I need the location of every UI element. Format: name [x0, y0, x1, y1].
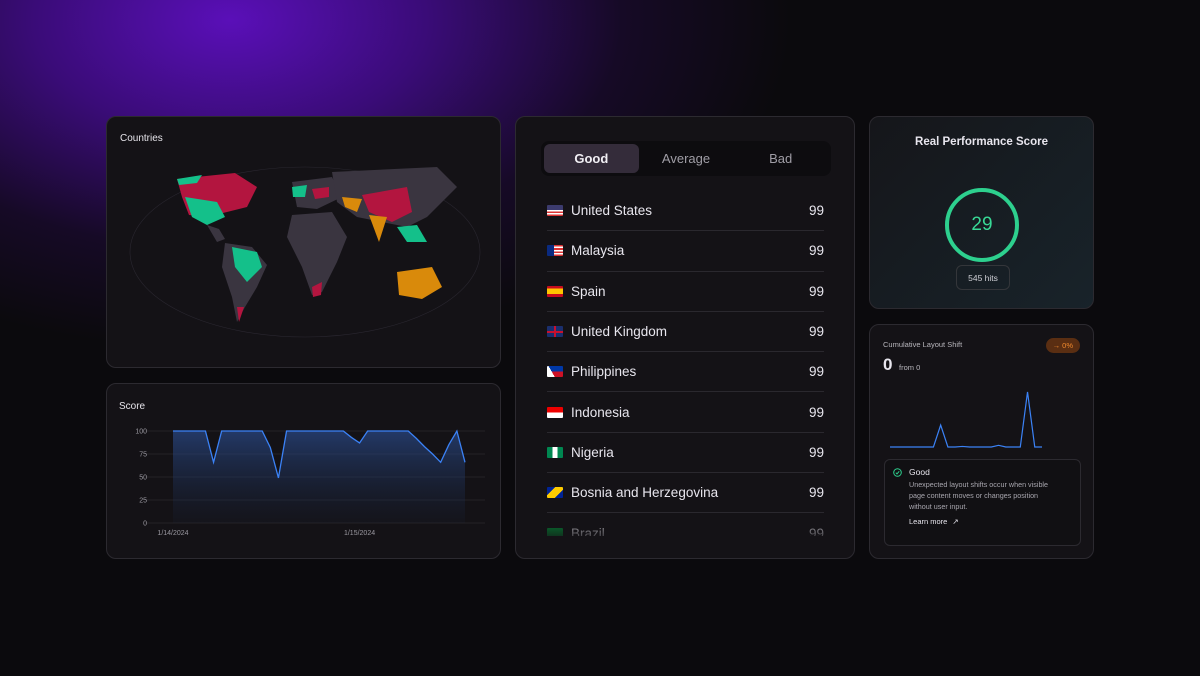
y-tick-label: 100: [135, 429, 147, 436]
flag-icon: [547, 205, 563, 217]
country-value: 99: [808, 485, 824, 501]
country-name: Philippines: [571, 364, 637, 380]
country-name: Nigeria: [571, 444, 614, 460]
flag-icon: [547, 326, 563, 338]
country-value: 99: [808, 203, 824, 219]
country-value: 99: [808, 444, 824, 460]
cls-card: Cumulative Layout Shift → 0% 0 from 0 Go…: [869, 324, 1094, 559]
country-value: 99: [808, 243, 824, 259]
flag-icon: [547, 285, 563, 297]
country-row[interactable]: Malaysia 99: [547, 231, 824, 272]
flag-icon: [547, 446, 563, 458]
x-tick-label: 1/14/2024: [157, 530, 188, 537]
country-name: United Kingdom: [571, 324, 668, 340]
score-value: 29: [971, 214, 993, 235]
country-value: 99: [808, 404, 824, 420]
country-name: United States: [571, 203, 653, 219]
cls-line: [890, 391, 1042, 448]
flag-icon: [547, 487, 563, 499]
country-row[interactable]: Indonesia 99: [547, 392, 824, 433]
y-tick-label: 25: [139, 498, 147, 505]
country-row[interactable]: Bosnia and Herzegovina 99: [547, 473, 824, 514]
list-fade: [536, 512, 834, 542]
hits-badge: 545 hits: [956, 265, 1010, 290]
performance-title: Real Performance Score: [915, 136, 1048, 148]
check-circle-icon: [893, 468, 902, 477]
x-tick-label: 1/15/2024: [344, 530, 375, 537]
country-row[interactable]: Nigeria 99: [547, 433, 824, 474]
country-name: Malaysia: [571, 243, 625, 259]
flag-icon: [547, 245, 563, 257]
world-map[interactable]: [107, 117, 502, 369]
score-card: Score 0 25 50 75 100 1/14/2024 1/15/2024: [106, 383, 501, 559]
y-tick-label: 50: [139, 475, 147, 482]
status-panel: Good Unexpected layout shifts occur when…: [884, 459, 1081, 546]
flag-icon: [547, 366, 563, 378]
country-name: Bosnia and Herzegovina: [571, 485, 719, 501]
external-link-icon: ↗: [952, 517, 959, 526]
score-ring: 29: [945, 188, 1019, 262]
rating-tabs: Good Average Bad: [541, 141, 831, 176]
country-row[interactable]: United States 99: [547, 191, 824, 232]
country-value: 99: [808, 283, 824, 299]
country-value: 99: [808, 324, 824, 340]
status-label: Good: [909, 467, 930, 477]
flag-icon: [547, 406, 563, 418]
country-row[interactable]: Philippines 99: [547, 352, 824, 393]
cls-sparkline: [890, 391, 1042, 448]
country-name: Spain: [571, 283, 606, 299]
learn-more-label: Learn more: [909, 517, 948, 526]
country-list-card: Good Average Bad United States 99 Malaysia…: [515, 116, 855, 559]
country-list[interactable]: United States 99 Malaysia 99 Spain 99 United K…: [547, 191, 824, 536]
y-tick-label: 75: [139, 452, 147, 459]
score-chart: 0 25 50 75 100 1/14/2024 1/15/2024: [135, 429, 485, 537]
countries-card: Countries: [106, 116, 501, 368]
country-row[interactable]: United Kingdom 99: [547, 312, 824, 353]
tab-average[interactable]: Average: [639, 144, 734, 173]
status-description: Unexpected layout shifts occur when visi…: [909, 480, 1049, 511]
y-tick-label: 0: [143, 521, 147, 528]
learn-more-link[interactable]: Learn more ↗: [909, 517, 959, 526]
score-area: [173, 431, 465, 523]
tab-bad[interactable]: Bad: [733, 144, 828, 173]
tab-good[interactable]: Good: [544, 144, 639, 173]
country-value: 99: [808, 364, 824, 380]
country-row[interactable]: Spain 99: [547, 272, 824, 312]
country-name: Indonesia: [571, 404, 630, 420]
performance-score-card: Real Performance Score 29 545 hits: [869, 116, 1094, 309]
